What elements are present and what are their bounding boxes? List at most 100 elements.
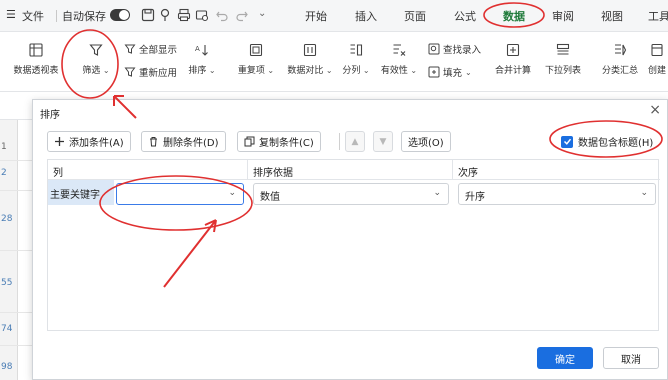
toolbar-divider [339, 133, 340, 150]
consolidate-label: 合并计算 [494, 66, 531, 76]
tab-data[interactable]: 数据 [503, 8, 525, 24]
tab-tools[interactable]: 工具 [648, 8, 668, 24]
autosave-label: 自动保存 [62, 10, 106, 23]
show-all-button[interactable]: 全部显示 [124, 42, 177, 56]
trash-icon [150, 137, 157, 147]
column-header-basis: 排序依据 [248, 160, 453, 180]
find-entry-label: 查找录入 [443, 45, 482, 56]
create-button[interactable]: 创建 [646, 42, 668, 76]
filter-label: 筛选 [82, 66, 101, 76]
primary-key-label: 主要关键字 [48, 180, 114, 205]
file-menu[interactable]: 文件 [22, 8, 44, 24]
tab-formula[interactable]: 公式 [454, 8, 476, 24]
filter-button[interactable]: 筛选 ⌄ [80, 42, 112, 76]
print-preview-icon[interactable] [194, 7, 210, 23]
tab-page[interactable]: 页面 [404, 8, 426, 24]
chevron-down-icon: ⌄ [640, 188, 648, 198]
duplicates-button[interactable]: 重复项 ⌄ [234, 42, 278, 76]
create-icon [651, 43, 663, 57]
fill-icon [428, 66, 440, 78]
svg-text:A: A [195, 45, 200, 53]
column-header-col: 列 [48, 160, 248, 180]
tab-insert[interactable]: 插入 [355, 8, 377, 24]
subtotal-button[interactable]: 分类汇总 [598, 42, 642, 76]
consolidate-button[interactable]: 合并计算 [490, 42, 536, 76]
reapply-label: 重新应用 [139, 68, 178, 79]
primary-key-select[interactable]: ⌄ [116, 183, 244, 205]
options-button[interactable]: 选项(O) [401, 131, 451, 152]
find-entry-button[interactable]: 查找录入 [428, 42, 481, 56]
duplicates-dropdown-icon: ⌄ [264, 66, 275, 75]
has-header-label: 数据包含标题(H) [578, 138, 654, 149]
ok-button[interactable]: 确定 [537, 347, 593, 369]
fill-label: 填充 [443, 68, 463, 79]
split-column-button[interactable]: 分列 ⌄ [340, 42, 372, 76]
row-number[interactable]: 98 [0, 362, 18, 372]
redo-icon[interactable] [234, 7, 250, 23]
validity-dropdown-icon: ⌄ [407, 66, 418, 75]
delete-condition-button[interactable]: 删除条件(D) [141, 131, 226, 152]
tab-start[interactable]: 开始 [305, 8, 327, 24]
tab-view[interactable]: 视图 [601, 8, 623, 24]
reapply-button[interactable]: 重新应用 [124, 65, 177, 79]
pivot-table-icon [29, 43, 43, 57]
data-compare-button[interactable]: 数据对比 ⌄ [284, 42, 336, 76]
sort-button[interactable]: A 排序 ⌄ [186, 42, 218, 76]
subtotal-icon [615, 44, 627, 56]
split-column-dropdown-icon: ⌄ [360, 66, 370, 75]
chevron-down-icon: ▼ [379, 136, 387, 147]
undo-icon[interactable] [214, 7, 230, 23]
validity-icon [393, 44, 406, 56]
add-condition-button[interactable]: 添加条件(A) [47, 131, 131, 152]
print-icon[interactable] [176, 7, 192, 23]
move-down-button[interactable]: ▼ [373, 131, 393, 152]
row-number[interactable]: 55 [0, 278, 18, 288]
chevron-down-icon: ⌄ [433, 188, 441, 198]
sort-dialog: 排序 × 添加条件(A) 删除条件(D) 复制条件(C) ▲ ▼ 选项(O) 数… [32, 99, 668, 380]
subtotal-label: 分类汇总 [601, 66, 638, 76]
copy-icon [244, 136, 255, 147]
sort-conditions-table: 列 排序依据 次序 主要关键字 ⌄ 数值 ⌄ 升序 ⌄ [47, 159, 660, 331]
sort-basis-value: 数值 [260, 192, 280, 203]
search-doc-icon[interactable] [158, 7, 174, 23]
copy-condition-button[interactable]: 复制条件(C) [237, 131, 321, 152]
quick-access-dropdown-icon[interactable]: ⌄ [258, 8, 266, 19]
ribbon: 数据透视表 筛选 ⌄ 全部显示 重新应用 A 排序 ⌄ 重复项 ⌄ 数据对比 ⌄… [0, 32, 668, 92]
sort-order-value: 升序 [465, 192, 485, 203]
dropdown-list-button[interactable]: 下拉列表 [540, 42, 586, 76]
menu-icon[interactable]: ☰ [6, 8, 16, 21]
data-compare-dropdown-icon: ⌄ [323, 66, 333, 75]
filter-icon [89, 44, 103, 56]
delete-condition-label: 删除条件(D) [163, 138, 219, 149]
filter-dropdown-icon: ⌄ [100, 66, 110, 75]
consolidate-icon [506, 43, 520, 57]
close-icon[interactable]: × [649, 102, 661, 118]
duplicates-label: 重复项 [237, 66, 265, 76]
cancel-button[interactable]: 取消 [603, 347, 659, 369]
row-number[interactable]: 2 [0, 168, 18, 178]
has-header-checkbox[interactable]: 数据包含标题(H) [561, 134, 653, 149]
fill-dropdown-icon: ⌄ [465, 67, 472, 77]
sort-order-select[interactable]: 升序 ⌄ [458, 183, 656, 205]
pivot-table-button[interactable]: 数据透视表 [10, 42, 62, 76]
fill-button[interactable]: 填充 ⌄ [428, 65, 472, 79]
reapply-icon [124, 67, 136, 77]
plus-icon [55, 137, 64, 146]
move-up-button[interactable]: ▲ [345, 131, 365, 152]
row-number[interactable]: 74 [0, 324, 18, 334]
show-all-icon [124, 44, 136, 54]
sort-basis-select[interactable]: 数值 ⌄ [253, 183, 449, 205]
dialog-title: 排序 [40, 110, 60, 121]
duplicates-icon [249, 43, 263, 57]
save-icon[interactable] [140, 7, 156, 23]
dropdown-list-icon [556, 43, 570, 55]
create-label: 创建 [647, 66, 666, 76]
menu-bar: ☰ 文件 自动保存 ⌄ 开始 插入 页面 公式 数据 审阅 视图 工具 [0, 0, 668, 32]
row-number[interactable]: 28 [0, 214, 18, 224]
validity-button[interactable]: 有效性 ⌄ [378, 42, 420, 76]
data-compare-label: 数据对比 [287, 66, 324, 76]
dropdown-list-label: 下拉列表 [544, 66, 581, 76]
row-number[interactable]: 1 [0, 142, 18, 152]
tab-review[interactable]: 审阅 [552, 8, 574, 24]
autosave-toggle[interactable] [110, 9, 130, 21]
